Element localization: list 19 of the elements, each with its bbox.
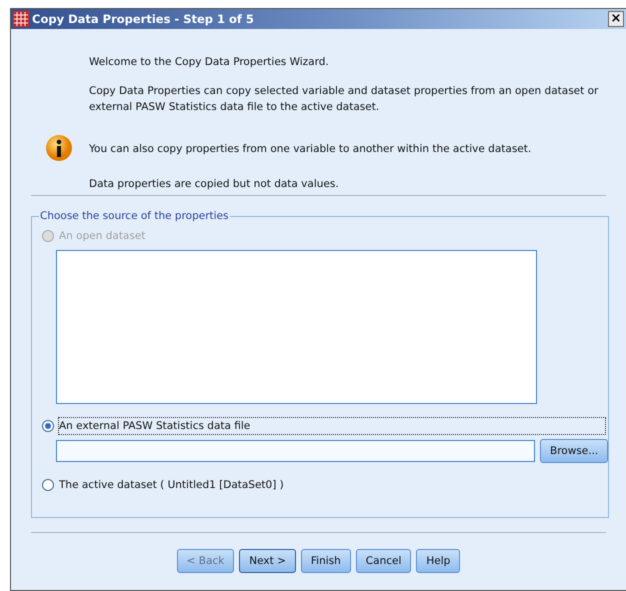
group-legend: Choose the source of the properties	[39, 210, 230, 222]
radio-button[interactable]	[42, 420, 54, 432]
file-path-field[interactable]	[56, 440, 535, 462]
wizard-button[interactable]: Finish	[300, 549, 351, 573]
wizard-button[interactable]: Cancel	[356, 549, 412, 573]
option-label: The active dataset ( Untitled1 [DataSet0] )	[59, 478, 284, 493]
browse-button[interactable]: Browse...	[540, 439, 608, 463]
tip-text: You can also copy properties from one variable to another within the active dataset.	[89, 143, 532, 156]
window-title: Copy Data Properties - Step 1 of 5	[32, 12, 255, 26]
grid-icon	[13, 11, 29, 27]
option-label: An open dataset	[59, 229, 146, 244]
radio-button[interactable]	[42, 479, 54, 491]
welcome-text: Welcome to the Copy Data Properties Wizard.	[89, 55, 330, 70]
note-text: Data properties are copied but not data values.	[89, 176, 340, 192]
description-text: Copy Data Properties can copy selected variable and dataset properties from an open dataset or external PASW Statistics data file to the active dataset.	[89, 84, 600, 116]
wizard-button[interactable]: Next >	[239, 549, 296, 573]
close-button[interactable]: ×	[608, 11, 624, 27]
wizard-button[interactable]: Help	[416, 549, 460, 573]
option-label: An external PASW Statistics data file	[59, 418, 606, 434]
